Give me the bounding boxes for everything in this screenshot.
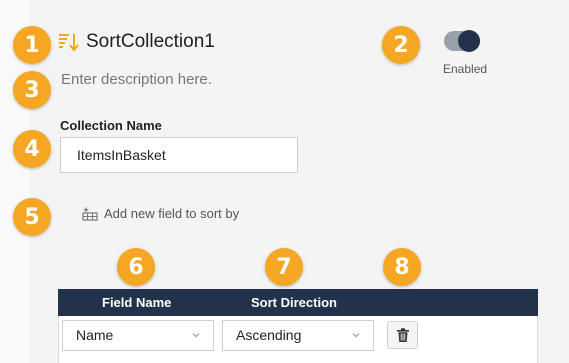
add-sort-field-label: Add new field to sort by — [104, 206, 240, 221]
delete-row-button[interactable] — [387, 321, 418, 349]
callout-badge-1: 1 — [13, 26, 51, 64]
callout-badge-3: 3 — [13, 71, 51, 109]
sort-fields-table-header: Field Name Sort Direction — [58, 289, 538, 316]
description-input[interactable]: Enter description here. — [61, 71, 212, 88]
column-header-field-name: Field Name — [102, 295, 172, 310]
component-title: SortCollection1 — [86, 31, 215, 52]
enabled-toggle[interactable] — [444, 30, 480, 52]
toggle-knob[interactable] — [458, 30, 480, 52]
enabled-label: Enabled — [443, 62, 488, 76]
callout-badge-4: 4 — [13, 130, 51, 168]
callout-badge-7: 7 — [265, 248, 303, 286]
callout-badge-8: 8 — [383, 248, 421, 286]
sort-direction-value: Ascending — [236, 327, 302, 343]
chevron-down-icon — [192, 333, 200, 338]
field-name-value: Name — [76, 327, 114, 343]
callout-badge-5: 5 — [13, 198, 51, 236]
callout-badge-6: 6 — [117, 248, 155, 286]
chevron-down-icon — [352, 333, 360, 338]
column-header-sort-direction: Sort Direction — [251, 295, 337, 310]
sort-direction-select[interactable]: Ascending — [222, 320, 374, 351]
collection-name-input[interactable]: ItemsInBasket — [60, 137, 298, 173]
trash-icon — [396, 327, 409, 342]
field-name-select[interactable]: Name — [62, 320, 214, 351]
add-sort-field-button[interactable]: Add new field to sort by — [82, 206, 239, 221]
sort-descending-icon — [58, 32, 80, 52]
callout-badge-2: 2 — [382, 26, 420, 64]
add-row-icon — [82, 207, 98, 221]
table-row: Name Ascending — [58, 316, 538, 363]
collection-name-label: Collection Name — [60, 118, 162, 133]
